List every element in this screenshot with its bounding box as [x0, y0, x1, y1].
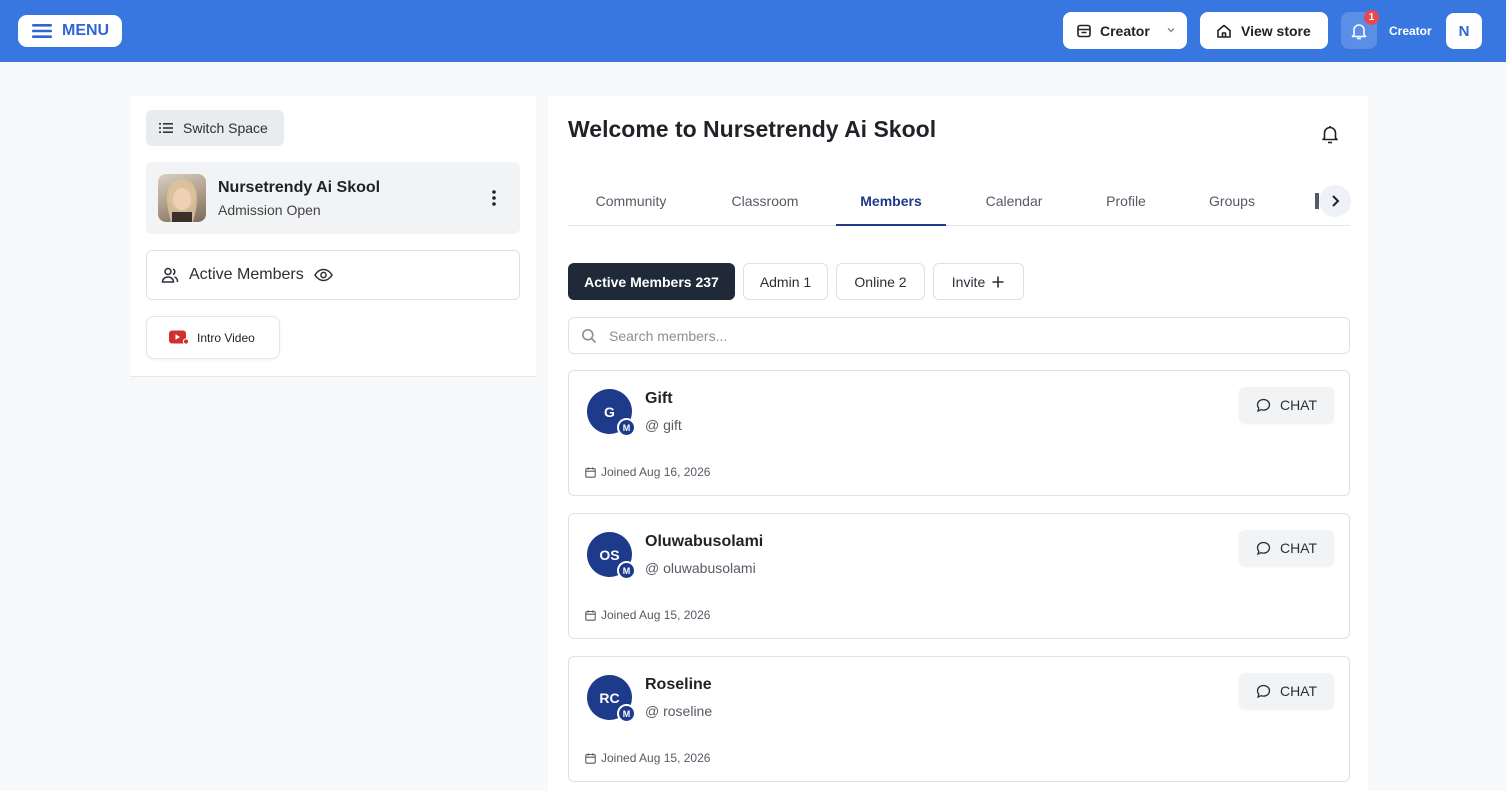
- notification-count-badge: 1: [1364, 10, 1379, 25]
- home-icon: [1216, 23, 1232, 39]
- list-icon: [159, 122, 173, 134]
- search-icon: [581, 328, 597, 344]
- space-name: Nursetrendy Ai Skool: [218, 179, 381, 196]
- filter-active-members-label: Active Members 237: [584, 273, 719, 290]
- invite-button[interactable]: Invite: [933, 263, 1024, 300]
- switch-space-label: Switch Space: [183, 120, 268, 136]
- store-icon: [1076, 23, 1092, 39]
- user-avatar[interactable]: N: [1446, 13, 1482, 49]
- eye-icon: [313, 268, 333, 282]
- tab-bar: Community Classroom Members Calendar Pro…: [568, 182, 1351, 226]
- tab-community[interactable]: Community: [574, 182, 688, 226]
- intro-video-label: Intro Video: [197, 330, 255, 345]
- joined-date: Joined Aug 16, 2026: [585, 465, 710, 479]
- calendar-icon: [585, 609, 596, 621]
- chat-button[interactable]: CHAT: [1239, 530, 1334, 566]
- filter-online[interactable]: Online 2: [836, 263, 925, 300]
- joined-date: Joined Aug 15, 2026: [585, 608, 710, 622]
- member-card: G M Gift @ gift Joined Aug 16, 2026 CHAT: [568, 370, 1350, 496]
- hamburger-icon: [32, 23, 52, 39]
- member-card: OS M Oluwabusolami @ oluwabusolami Joine…: [568, 513, 1350, 639]
- creator-dropdown[interactable]: Creator: [1063, 12, 1187, 49]
- video-icon: [169, 330, 189, 345]
- joined-text: Joined Aug 15, 2026: [601, 608, 711, 622]
- top-bar: MENU Creator View store 1 Creator N: [0, 0, 1506, 62]
- chat-label: CHAT: [1279, 540, 1318, 556]
- chat-button[interactable]: CHAT: [1239, 387, 1334, 423]
- member-card: RC M Roseline @ roseline Joined Aug 15, …: [568, 656, 1350, 782]
- member-handle: @ roseline: [645, 703, 713, 719]
- chat-icon: [1256, 541, 1271, 556]
- search-input[interactable]: [609, 327, 1309, 344]
- space-status: Admission Open: [218, 202, 321, 218]
- tab-groups[interactable]: Groups: [1192, 182, 1272, 226]
- role-label: Creator: [1389, 24, 1432, 38]
- filter-admin-label: Admin 1: [759, 273, 812, 290]
- menu-button[interactable]: MENU: [18, 15, 122, 47]
- space-card[interactable]: Nursetrendy Ai Skool Admission Open: [146, 162, 520, 234]
- chat-icon: [1256, 398, 1271, 413]
- chat-label: CHAT: [1279, 683, 1318, 699]
- member-handle: @ oluwabusolami: [645, 560, 756, 576]
- main-content: Welcome to Nursetrendy Ai Skool Communit…: [548, 96, 1368, 791]
- creator-dropdown-label: Creator: [1100, 22, 1150, 39]
- chevron-right-icon: [1329, 194, 1341, 208]
- plus-icon: [991, 275, 1005, 289]
- search-bar: [568, 317, 1350, 354]
- member-handle: @ gift: [645, 417, 682, 433]
- filter-online-label: Online 2: [854, 273, 907, 290]
- chat-button[interactable]: CHAT: [1239, 673, 1334, 709]
- tab-profile[interactable]: Profile: [1086, 182, 1166, 226]
- calendar-icon: [585, 466, 596, 478]
- more-options-icon[interactable]: [484, 184, 504, 212]
- active-members-link[interactable]: Active Members: [146, 250, 520, 300]
- view-store-button[interactable]: View store: [1200, 12, 1328, 49]
- filter-admin[interactable]: Admin 1: [743, 263, 828, 300]
- space-thumbnail: [158, 174, 206, 222]
- joined-text: Joined Aug 15, 2026: [601, 751, 711, 765]
- role-badge: M: [617, 561, 636, 580]
- tab-calendar[interactable]: Calendar: [964, 182, 1064, 226]
- scroll-tabs-right-button[interactable]: [1319, 185, 1351, 217]
- calendar-icon: [585, 752, 596, 764]
- bell-icon[interactable]: [1319, 123, 1341, 145]
- role-badge: M: [617, 704, 636, 723]
- joined-text: Joined Aug 16, 2026: [601, 465, 711, 479]
- tab-members[interactable]: Members: [836, 182, 946, 226]
- chat-label: CHAT: [1279, 397, 1318, 413]
- switch-space-button[interactable]: Switch Space: [146, 110, 284, 146]
- space-sidebar: Switch Space Nursetrendy Ai Skool Admiss…: [130, 96, 536, 377]
- member-name[interactable]: Roseline: [645, 676, 712, 694]
- intro-video-button[interactable]: Intro Video: [146, 316, 280, 359]
- tab-classroom[interactable]: Classroom: [708, 182, 822, 226]
- chevron-down-icon: [1165, 24, 1177, 36]
- filter-active-members[interactable]: Active Members 237: [568, 263, 735, 300]
- menu-label: MENU: [62, 22, 110, 39]
- joined-date: Joined Aug 15, 2026: [585, 751, 710, 765]
- chat-icon: [1256, 684, 1271, 699]
- view-store-label: View store: [1241, 22, 1311, 39]
- invite-label: Invite: [951, 273, 986, 290]
- active-members-label: Active Members: [189, 266, 304, 283]
- member-name[interactable]: Gift: [645, 390, 673, 408]
- member-name[interactable]: Oluwabusolami: [645, 533, 763, 551]
- page-title: Welcome to Nursetrendy Ai Skool: [568, 116, 937, 142]
- role-badge: M: [617, 418, 636, 437]
- users-icon: [161, 266, 179, 284]
